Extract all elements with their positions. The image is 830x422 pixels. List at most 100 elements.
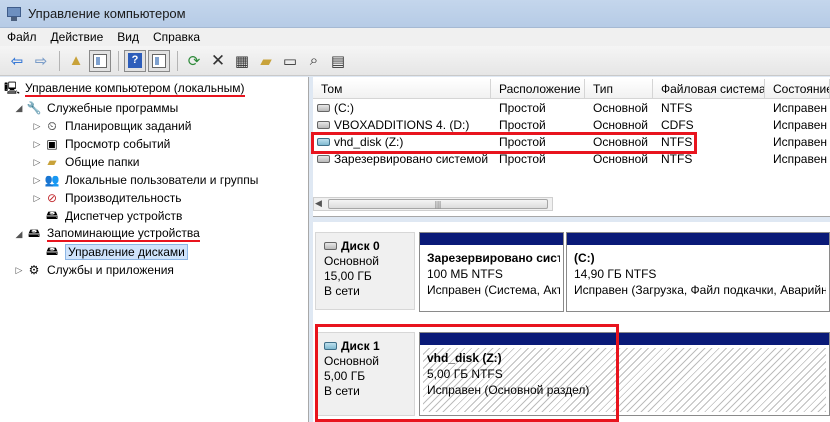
expand-icon: ▷	[15, 264, 23, 275]
tree-item-event-viewer[interactable]: ▷ ▣ Просмотр событий	[32, 135, 171, 153]
cd-drive-icon	[317, 120, 330, 129]
tree-item-label: Запоминающие устройства	[47, 226, 200, 242]
folder-up-icon: ▲	[68, 52, 84, 69]
toolbar: ⇦ ⇨ ▲ ? ⟳ ✕ ▦ ▰ ▭ ⌕ ▤	[0, 46, 830, 76]
properties-button[interactable]: ▦	[231, 50, 253, 72]
volume-status: Исправен	[773, 152, 828, 166]
action-pane-icon	[152, 53, 166, 68]
event-log-icon: ▣	[46, 137, 58, 151]
partition-system-reserved[interactable]: Зарезервировано сист 100 МБ NTFS Исправе…	[419, 232, 564, 312]
tree-item-label: Управление дисками	[65, 244, 188, 260]
computer-icon: 🖳	[4, 80, 21, 95]
properties-icon: ▦	[234, 52, 250, 70]
tree-item-local-users[interactable]: ▷ 👥 Локальные пользователи и группы	[32, 171, 259, 189]
console-tree-icon	[93, 53, 107, 68]
partition-size: 100 МБ NTFS	[427, 267, 503, 281]
open-button[interactable]: ▰	[255, 50, 277, 72]
performance-icon: ⊘	[46, 191, 58, 205]
tree-item-services[interactable]: ▷ ⚙ Службы и приложения	[14, 261, 174, 279]
disk-name: Диск 0	[341, 239, 380, 253]
partition-size: 14,90 ГБ NTFS	[574, 267, 657, 281]
search-button[interactable]: ⌕	[303, 50, 325, 72]
menu-bar: Файл Действие Вид Справка	[0, 28, 830, 46]
disk-icon: ▭	[282, 52, 298, 70]
volume-list-header: Том Расположение Тип Файловая система Со…	[313, 79, 830, 99]
volume-row[interactable]: (C:) Простой Основной NTFS Исправен	[313, 100, 830, 117]
disk-graph: Диск 0 Основной 15,00 ГБ В сети Зарезерв…	[313, 222, 830, 422]
volume-status: Исправен	[773, 101, 828, 115]
volume-disk-icon	[317, 154, 330, 163]
column-type[interactable]: Тип	[585, 79, 653, 99]
delete-button[interactable]: ✕	[207, 50, 229, 72]
up-level-button[interactable]: ▲	[65, 50, 87, 72]
column-file-system[interactable]: Файловая система	[653, 79, 765, 99]
search-icon: ⌕	[309, 52, 319, 69]
expand-icon: ▷	[33, 156, 41, 167]
column-volume[interactable]: Том	[313, 79, 491, 99]
volume-name: VBOXADDITIONS 4. (D:)	[334, 118, 470, 132]
partition-status: Исправен (Система, Акт	[427, 283, 560, 297]
tree-item-label: Планировщик заданий	[65, 119, 192, 133]
scroll-left-icon: ◀	[315, 198, 322, 208]
highlight-disk-1	[315, 324, 619, 422]
partition-bar	[420, 233, 563, 245]
refresh-button[interactable]: ⟳	[183, 50, 205, 72]
action-pane-button[interactable]	[148, 49, 170, 72]
refresh-icon: ⟳	[187, 52, 201, 70]
close-x-icon: ✕	[210, 50, 226, 70]
forward-button[interactable]: ⇨	[30, 50, 52, 72]
tools-icon: 🔧	[26, 101, 42, 115]
disk-management-icon: 🖴	[45, 243, 59, 258]
help-button[interactable]: ?	[124, 49, 146, 72]
back-button[interactable]: ⇦	[6, 50, 28, 72]
details-pane: Том Расположение Тип Файловая система Со…	[311, 77, 830, 422]
show-tree-button[interactable]	[89, 49, 111, 72]
partition-c[interactable]: (C:) 14,90 ГБ NTFS Исправен (Загрузка, Ф…	[566, 232, 830, 312]
menu-view[interactable]: Вид	[110, 30, 146, 44]
shared-folder-icon: ▰	[47, 155, 57, 169]
partition-name: Зарезервировано сист	[427, 251, 560, 265]
menu-action[interactable]: Действие	[44, 30, 111, 44]
toolbar-separator	[177, 50, 178, 71]
tree-item-shared-folders[interactable]: ▷ ▰ Общие папки	[32, 153, 140, 171]
tree-item-system-tools[interactable]: ◢ 🔧 Служебные программы	[14, 99, 179, 117]
collapse-icon: ◢	[15, 228, 23, 239]
rescan-button[interactable]: ▭	[279, 50, 301, 72]
disk-icon	[324, 241, 337, 250]
computer-management-icon	[6, 6, 22, 22]
title-bar: Управление компьютером	[0, 0, 830, 28]
window-title: Управление компьютером	[28, 6, 186, 21]
disk-state: В сети	[324, 284, 360, 298]
expand-icon: ▷	[33, 120, 41, 131]
menu-file[interactable]: Файл	[0, 30, 44, 44]
tree-item-scheduler[interactable]: ▷ ⏲ Планировщик заданий	[32, 117, 192, 135]
volume-disk-icon	[317, 103, 330, 112]
collapse-icon: ◢	[15, 102, 23, 113]
properties-sheet-icon: ▤	[330, 52, 346, 70]
tree-root-label: Управление компьютером (локальным)	[25, 81, 245, 97]
scrollbar-thumb[interactable]: |||	[328, 199, 548, 209]
tree-item-disk-management[interactable]: 🖴 Управление дисками	[44, 243, 188, 261]
disk-size: 15,00 ГБ	[324, 269, 372, 283]
help-icon: ?	[128, 53, 142, 68]
disk-0-info[interactable]: Диск 0 Основной 15,00 ГБ В сети	[315, 232, 415, 310]
partition-name: (C:)	[574, 251, 595, 265]
tree-item-performance[interactable]: ▷ ⊘ Производительность	[32, 189, 182, 207]
column-status[interactable]: Состояние	[765, 79, 830, 99]
menu-help[interactable]: Справка	[146, 30, 207, 44]
storage-icon: 🖴	[27, 225, 41, 240]
forward-arrow-icon: ⇨	[34, 52, 48, 70]
column-layout[interactable]: Расположение	[491, 79, 585, 99]
folder-open-icon: ▰	[260, 52, 272, 70]
tree-item-device-manager[interactable]: 🖴 Диспетчер устройств	[32, 207, 182, 225]
volume-status: Исправен	[773, 135, 828, 149]
horizontal-scrollbar[interactable]: ◀ |||	[313, 197, 553, 211]
tree-item-storage[interactable]: ◢ 🖴 Запоминающие устройства	[14, 225, 200, 243]
volume-fs: NTFS	[661, 101, 693, 115]
highlight-vhd-row	[311, 132, 697, 154]
tree-root[interactable]: 🖳 Управление компьютером (локальным)	[4, 80, 245, 98]
settings-button[interactable]: ▤	[327, 50, 349, 72]
tree-item-label: Служебные программы	[47, 101, 179, 115]
toolbar-separator	[59, 50, 60, 71]
expand-icon: ▷	[33, 138, 41, 149]
